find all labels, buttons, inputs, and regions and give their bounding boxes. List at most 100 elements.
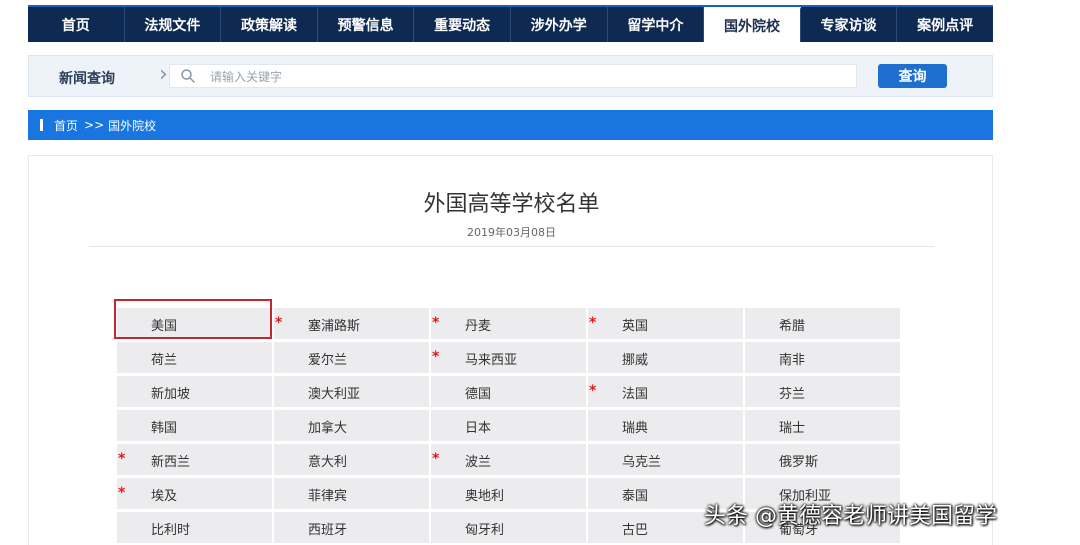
country-cell[interactable]: 瑞典 (588, 410, 743, 441)
top-nav: 首页 法规文件 政策解读 预警信息 重要动态 涉外办学 留学中介 国外院校 专家… (28, 5, 993, 42)
country-name: 匈牙利 (465, 523, 505, 538)
nav-item-cases[interactable]: 案例点评 (897, 7, 993, 42)
star-marker: * (118, 451, 126, 467)
country-cell[interactable]: 挪威 (588, 342, 743, 373)
country-name: 菲律宾 (308, 489, 348, 504)
nav-item-policy[interactable]: 政策解读 (221, 7, 318, 42)
country-name: 澳大利亚 (308, 387, 361, 402)
star-marker: * (432, 349, 440, 365)
breadcrumb-separator: >> (84, 118, 105, 132)
country-cell[interactable]: 芬兰 (745, 376, 900, 407)
country-cell[interactable]: 日本 (431, 410, 586, 441)
country-cell[interactable]: 菲律宾 (274, 478, 429, 509)
star-marker: * (432, 315, 440, 331)
country-name: 波兰 (465, 455, 492, 470)
country-name: 马来西亚 (465, 353, 518, 368)
country-name: 比利时 (151, 523, 191, 538)
star-marker: * (589, 383, 597, 399)
watermark: 头条 @黄德容老师讲美国留学 (704, 504, 997, 529)
country-name: 乌克兰 (622, 455, 662, 470)
country-cell[interactable]: 希腊 (745, 308, 900, 339)
country-cell[interactable]: 南非 (745, 342, 900, 373)
star-marker: * (118, 485, 126, 501)
country-name: 加拿大 (308, 421, 348, 436)
country-cell[interactable]: 澳大利亚 (274, 376, 429, 407)
country-cell[interactable]: * 法国 (588, 376, 743, 407)
country-cell[interactable]: * 英国 (588, 308, 743, 339)
breadcrumb-current[interactable]: 国外院校 (108, 117, 156, 134)
country-name: 韩国 (151, 421, 178, 436)
country-name: 西班牙 (308, 523, 348, 538)
country-name: 英国 (622, 319, 649, 334)
country-cell[interactable]: 西班牙 (274, 512, 429, 543)
page-title: 外国高等学校名单 (423, 192, 600, 217)
news-search-bar: 新闻查询 › 查询 (28, 55, 993, 97)
search-icon (181, 69, 195, 83)
country-cell[interactable]: * 新西兰 (117, 444, 272, 475)
country-name: 荷兰 (151, 353, 178, 368)
country-cell[interactable]: 瑞士 (745, 410, 900, 441)
country-name: 日本 (465, 421, 492, 436)
country-name: 瑞士 (779, 421, 806, 436)
country-cell[interactable]: 俄罗斯 (745, 444, 900, 475)
publish-date: 2019年03月08日 (467, 226, 556, 239)
country-cell[interactable]: 意大利 (274, 444, 429, 475)
search-input[interactable] (210, 67, 810, 87)
search-button[interactable]: 查询 (878, 64, 947, 88)
country-cell[interactable]: 美国 (117, 308, 272, 339)
country-name: 挪威 (622, 353, 649, 368)
star-marker: * (589, 315, 597, 331)
country-name: 丹麦 (465, 319, 492, 334)
country-name: 德国 (465, 387, 492, 402)
search-label: 新闻查询 (59, 71, 115, 87)
country-name: 俄罗斯 (779, 455, 819, 470)
nav-item-regulations[interactable]: 法规文件 (125, 7, 222, 42)
article-panel: 外国高等学校名单 2019年03月08日 美国 * 塞浦路斯 * 丹麦 * 英国 希腊荷兰 爱尔… (28, 155, 993, 545)
country-cell[interactable]: 匈牙利 (431, 512, 586, 543)
country-cell[interactable]: * 丹麦 (431, 308, 586, 339)
country-cell[interactable]: 荷兰 (117, 342, 272, 373)
breadcrumb: 首页 >> 国外院校 (28, 110, 993, 140)
country-name: 意大利 (308, 455, 348, 470)
nav-item-news[interactable]: 重要动态 (414, 7, 511, 42)
search-box[interactable] (169, 64, 857, 88)
country-name: 新西兰 (151, 455, 191, 470)
country-name: 奥地利 (465, 489, 505, 504)
country-cell[interactable]: * 马来西亚 (431, 342, 586, 373)
country-cell[interactable]: * 埃及 (117, 478, 272, 509)
nav-item-foreign-schools[interactable]: 涉外办学 (511, 7, 608, 42)
country-name: 瑞典 (622, 421, 649, 436)
nav-item-warnings[interactable]: 预警信息 (318, 7, 415, 42)
star-marker: * (275, 315, 283, 331)
country-cell[interactable]: 乌克兰 (588, 444, 743, 475)
nav-item-foreign-institutions[interactable]: 国外院校 (704, 7, 801, 42)
chevron-right-icon: › (159, 62, 168, 87)
country-name: 芬兰 (779, 387, 806, 402)
country-cell[interactable]: * 波兰 (431, 444, 586, 475)
nav-item-home[interactable]: 首页 (28, 7, 125, 42)
country-cell[interactable]: 新加坡 (117, 376, 272, 407)
country-cell[interactable]: * 塞浦路斯 (274, 308, 429, 339)
country-name: 南非 (779, 353, 806, 368)
country-name: 新加坡 (151, 387, 191, 402)
country-cell[interactable]: 德国 (431, 376, 586, 407)
country-cell[interactable]: 奥地利 (431, 478, 586, 509)
country-cell[interactable]: 加拿大 (274, 410, 429, 441)
country-name: 塞浦路斯 (308, 319, 361, 334)
country-cell[interactable]: 比利时 (117, 512, 272, 543)
country-cell[interactable]: 爱尔兰 (274, 342, 429, 373)
breadcrumb-marker (40, 119, 43, 131)
nav-item-agencies[interactable]: 留学中介 (608, 7, 705, 42)
country-name: 古巴 (622, 523, 649, 538)
nav-item-interviews[interactable]: 专家访谈 (801, 7, 898, 42)
country-name: 泰国 (622, 489, 649, 504)
country-name: 爱尔兰 (308, 353, 348, 368)
country-name: 埃及 (151, 489, 178, 504)
country-name: 希腊 (779, 319, 806, 334)
country-name: 法国 (622, 387, 649, 402)
country-cell[interactable]: 韩国 (117, 410, 272, 441)
title-divider (89, 246, 934, 247)
breadcrumb-home[interactable]: 首页 (54, 117, 78, 134)
star-marker: * (432, 451, 440, 467)
country-name: 美国 (151, 319, 178, 334)
